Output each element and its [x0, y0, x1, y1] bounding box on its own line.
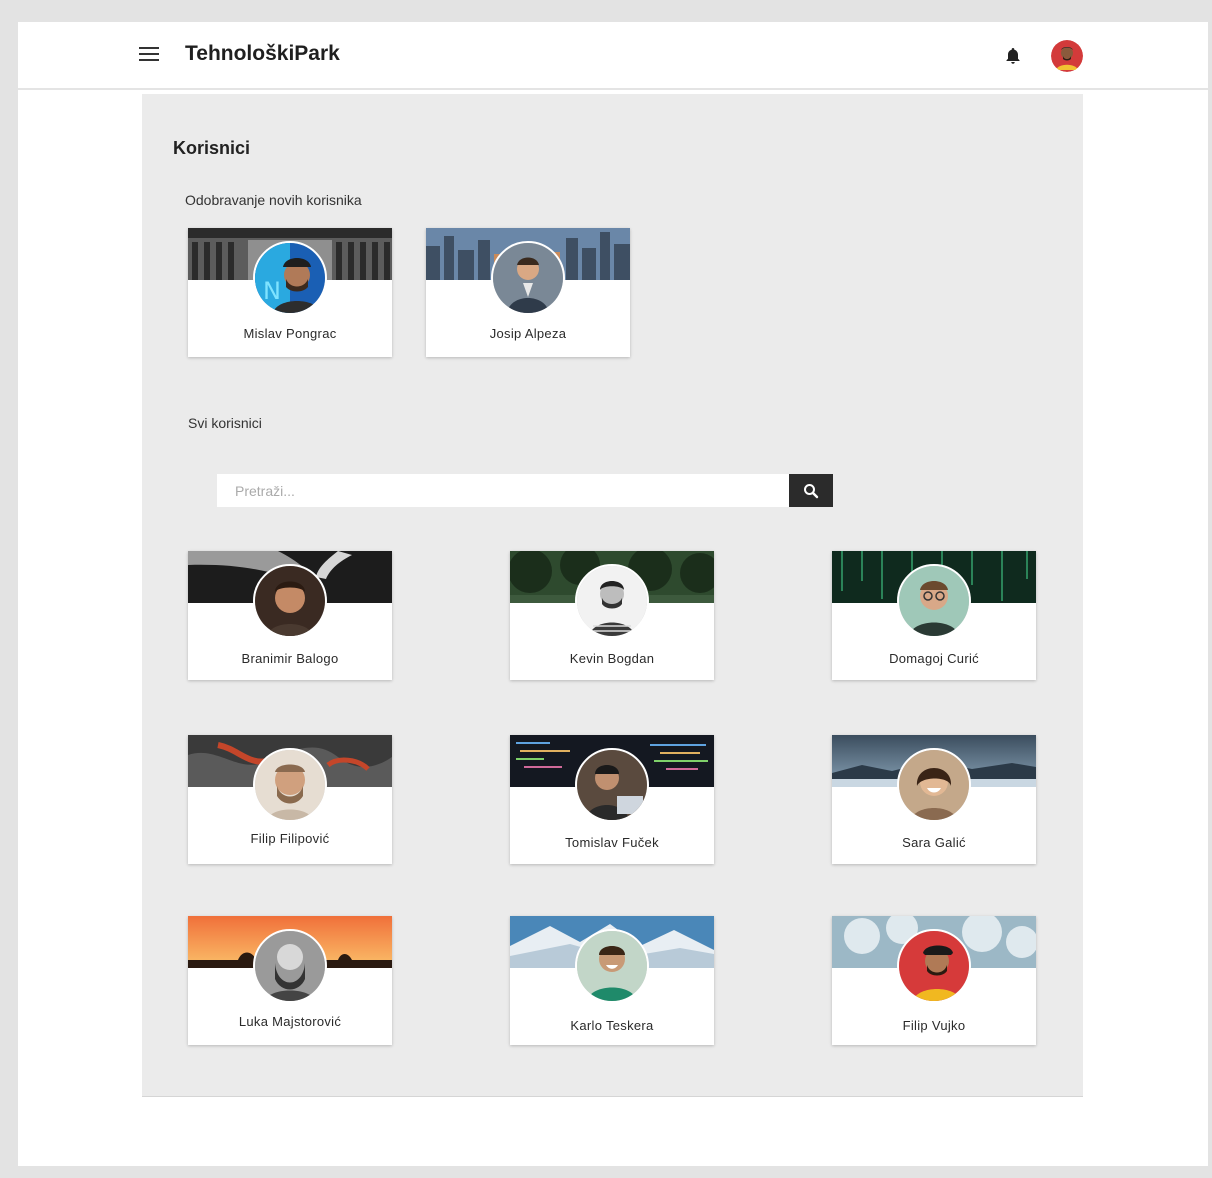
- pending-user-card[interactable]: Josip Alpeza: [426, 228, 630, 357]
- profile-photo: [253, 564, 327, 638]
- search-button[interactable]: [789, 474, 833, 507]
- user-name: Filip Vujko: [902, 1018, 966, 1033]
- profile-photo: [575, 929, 649, 1003]
- user-name: Branimir Balogo: [241, 651, 339, 666]
- user-card[interactable]: Kevin Bogdan: [510, 551, 714, 680]
- user-card[interactable]: Luka Majstorović: [188, 916, 392, 1045]
- profile-photo: [897, 564, 971, 638]
- user-card[interactable]: Sara Galić: [832, 735, 1036, 864]
- user-name: Domagoj Curić: [889, 651, 979, 666]
- top-bar: TehnološkiPark: [18, 22, 1208, 90]
- svg-text:N: N: [263, 277, 281, 305]
- users-panel: Korisnici Odobravanje novih korisnika N: [142, 94, 1083, 1097]
- pending-users-heading: Odobravanje novih korisnika: [185, 192, 362, 208]
- search-input[interactable]: [217, 474, 789, 507]
- user-avatar[interactable]: [1051, 40, 1083, 72]
- user-card[interactable]: Branimir Balogo: [188, 551, 392, 680]
- hamburger-menu-icon[interactable]: [139, 47, 159, 63]
- user-name: Josip Alpeza: [489, 326, 567, 341]
- app-title: TehnološkiPark: [185, 42, 340, 65]
- profile-photo: [253, 929, 327, 1003]
- user-name: Sara Galić: [902, 835, 966, 850]
- profile-photo: [253, 748, 327, 822]
- search-bar: [217, 474, 833, 507]
- profile-photo: [897, 929, 971, 1003]
- user-card[interactable]: Tomislav Fuček: [510, 735, 714, 864]
- user-card[interactable]: Karlo Teskera: [510, 916, 714, 1045]
- user-name: Filip Filipović: [250, 831, 330, 846]
- profile-photo: [897, 748, 971, 822]
- user-name: Mislav Pongrac: [243, 326, 337, 341]
- user-card[interactable]: Filip Vujko: [832, 916, 1036, 1045]
- user-card[interactable]: Filip Filipović: [188, 735, 392, 864]
- user-card[interactable]: Domagoj Curić: [832, 551, 1036, 680]
- profile-photo: [575, 748, 649, 822]
- user-name: Tomislav Fuček: [565, 835, 659, 850]
- bell-icon[interactable]: [1003, 46, 1023, 66]
- user-name: Kevin Bogdan: [569, 651, 655, 666]
- pending-user-card[interactable]: N Mislav Pongrac: [188, 228, 392, 357]
- page-title: Korisnici: [173, 138, 251, 158]
- profile-photo: [575, 564, 649, 638]
- search-icon: [804, 483, 819, 498]
- user-name: Karlo Teskera: [570, 1018, 654, 1033]
- app-window: TehnološkiPark Korisnici Odobravanje nov…: [18, 22, 1208, 1166]
- profile-photo: [491, 241, 565, 315]
- all-users-heading: Svi korisnici: [188, 415, 262, 431]
- user-name: Luka Majstorović: [238, 1014, 342, 1029]
- profile-photo: N: [253, 241, 327, 315]
